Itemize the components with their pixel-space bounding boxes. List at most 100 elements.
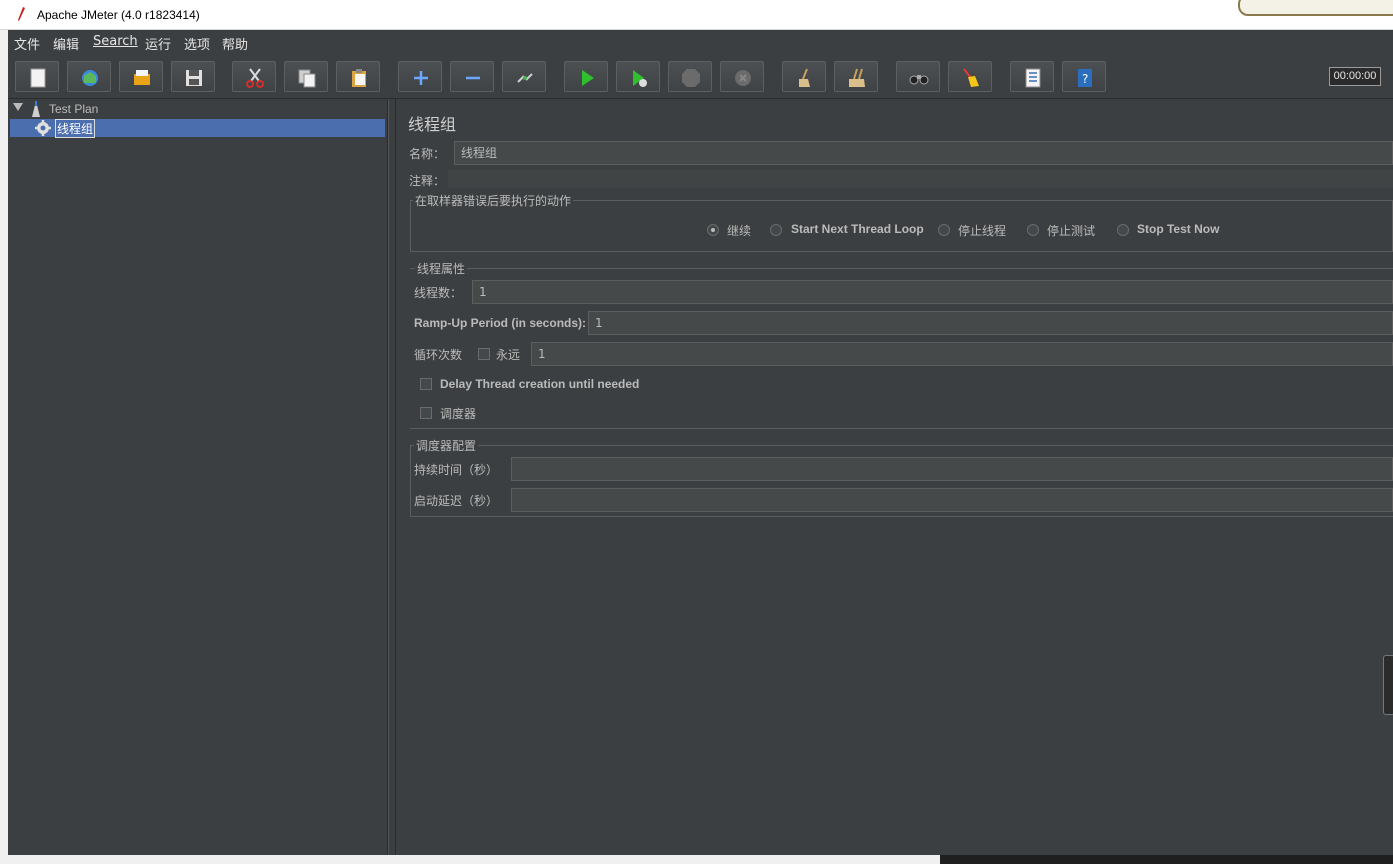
- edge-gauge: [1383, 655, 1393, 715]
- collapse-all-button[interactable]: [450, 61, 494, 92]
- open-button[interactable]: [119, 61, 163, 92]
- start-no-pauses-icon: [633, 70, 647, 87]
- new-file-icon: [30, 68, 46, 88]
- cut-icon: [246, 68, 264, 88]
- save-button[interactable]: [171, 61, 215, 92]
- start-button[interactable]: [564, 61, 608, 92]
- shutdown-button[interactable]: [720, 61, 764, 92]
- name-input[interactable]: 线程组: [454, 141, 1393, 165]
- error-action-group: 在取样器错误后要执行的动作 继续 Start Next Thread Loop …: [410, 192, 1393, 252]
- menu-options[interactable]: 选项: [184, 34, 210, 53]
- toolbar: ? 00:00:00: [8, 54, 1393, 99]
- tree-node-label: Test Plan: [49, 102, 99, 116]
- copy-icon: [298, 69, 316, 88]
- clear-all-icon: [849, 68, 865, 87]
- thread-properties-border: [410, 428, 1393, 429]
- name-label: 名称：: [409, 147, 446, 161]
- radio-stop-test[interactable]: [1027, 224, 1039, 236]
- expand-triangle-icon[interactable]: [13, 103, 23, 111]
- error-action-legend: 在取样器错误后要执行的动作: [413, 192, 574, 209]
- templates-icon: [82, 70, 98, 86]
- radio-stop-test-label: 停止测试: [1047, 224, 1096, 238]
- startup-delay-input[interactable]: [511, 488, 1393, 512]
- stop-icon: [682, 69, 700, 87]
- threads-label: 线程数：: [414, 286, 463, 300]
- start-no-pauses-button[interactable]: [616, 61, 660, 92]
- collapse-minus-icon: [466, 76, 480, 80]
- radio-stop-thread[interactable]: [938, 224, 950, 236]
- comment-input[interactable]: [448, 170, 1393, 188]
- toggle-button[interactable]: [502, 61, 546, 92]
- radio-stop-test-now-label: Stop Test Now: [1137, 222, 1220, 236]
- search-binoculars-icon: [909, 75, 929, 85]
- page-title: 线程组: [408, 115, 457, 134]
- open-folder-icon: [134, 70, 150, 85]
- clear-button[interactable]: [782, 61, 826, 92]
- expand-all-button[interactable]: [398, 61, 442, 92]
- tree-node-thread-group[interactable]: 线程组: [10, 119, 385, 138]
- scheduler-checkbox[interactable]: [420, 407, 432, 419]
- paste-button[interactable]: [336, 61, 380, 92]
- comment-label: 注释：: [409, 174, 446, 188]
- radio-continue[interactable]: [707, 224, 719, 236]
- test-plan-tree: Test Plan 线程组: [8, 99, 388, 855]
- test-plan-icon: [32, 101, 40, 117]
- menu-help[interactable]: 帮助: [222, 34, 248, 53]
- clear-icon: [799, 68, 810, 87]
- duration-label: 持续时间（秒）: [414, 463, 499, 477]
- scheduler-label: 调度器: [440, 407, 477, 421]
- window-title: Apache JMeter (4.0 r1823414): [37, 8, 200, 22]
- elapsed-timer: 00:00:00: [1329, 67, 1381, 86]
- scheduler-config-legend: 调度器配置: [414, 437, 479, 454]
- stop-button[interactable]: [668, 61, 712, 92]
- copy-button[interactable]: [284, 61, 328, 92]
- radio-stop-thread-label: 停止线程: [958, 224, 1007, 238]
- menu-search[interactable]: Search: [93, 34, 138, 49]
- radio-stop-test-now[interactable]: [1117, 224, 1129, 236]
- decorative-seal: [1238, 0, 1393, 16]
- forever-label: 永远: [496, 348, 521, 362]
- function-helper-button[interactable]: [1010, 61, 1054, 92]
- help-button[interactable]: ?: [1062, 61, 1106, 92]
- shutdown-icon: [735, 70, 751, 86]
- radio-continue-label: 继续: [727, 224, 752, 238]
- clear-all-button[interactable]: [834, 61, 878, 92]
- radio-start-next-loop[interactable]: [770, 224, 782, 236]
- radio-start-next-loop-label: Start Next Thread Loop: [791, 222, 924, 236]
- function-helper-icon: [1025, 68, 1041, 88]
- menu-run[interactable]: 运行: [145, 34, 171, 53]
- taskbar-strip: [0, 855, 1393, 864]
- title-bar: Apache JMeter (4.0 r1823414): [0, 0, 1393, 30]
- svg-text:?: ?: [1082, 72, 1088, 86]
- save-icon: [186, 70, 202, 86]
- split-pane-divider[interactable]: [388, 99, 396, 855]
- delay-thread-creation-label: Delay Thread creation until needed: [440, 377, 640, 391]
- taskbar-dark-area: [940, 855, 1393, 864]
- expand-plus-icon: [414, 71, 428, 85]
- reset-search-broom-icon: [963, 68, 979, 87]
- new-button[interactable]: [15, 61, 59, 92]
- cut-button[interactable]: [232, 61, 276, 92]
- help-icon: ?: [1078, 69, 1092, 87]
- rampup-label: Ramp-Up Period (in seconds):: [414, 316, 587, 330]
- forever-checkbox[interactable]: [478, 348, 490, 360]
- gear-icon: [35, 120, 51, 136]
- menu-edit[interactable]: 编辑: [53, 34, 79, 53]
- loop-count-label: 循环次数: [414, 348, 463, 362]
- tree-node-label: 线程组: [54, 119, 96, 138]
- desktop-edge: [0, 30, 8, 855]
- duration-input[interactable]: [511, 457, 1393, 481]
- menu-bar: 文件 编辑 Search 运行 选项 帮助: [8, 30, 1393, 54]
- jmeter-feather-icon: [18, 7, 25, 21]
- thread-properties-legend: 线程属性: [415, 260, 468, 277]
- paste-icon: [352, 69, 366, 87]
- menu-file[interactable]: 文件: [14, 34, 40, 53]
- delay-thread-creation-checkbox[interactable]: [420, 378, 432, 390]
- templates-button[interactable]: [67, 61, 111, 92]
- search-button[interactable]: [896, 61, 940, 92]
- thread-group-panel: 线程组 名称： 线程组 注释： 在取样器错误后要执行的动作 继续 Start N…: [397, 99, 1393, 855]
- threads-input[interactable]: 1: [472, 280, 1393, 304]
- reset-search-button[interactable]: [948, 61, 992, 92]
- loop-count-input[interactable]: 1: [531, 342, 1393, 366]
- rampup-input[interactable]: 1: [588, 311, 1393, 335]
